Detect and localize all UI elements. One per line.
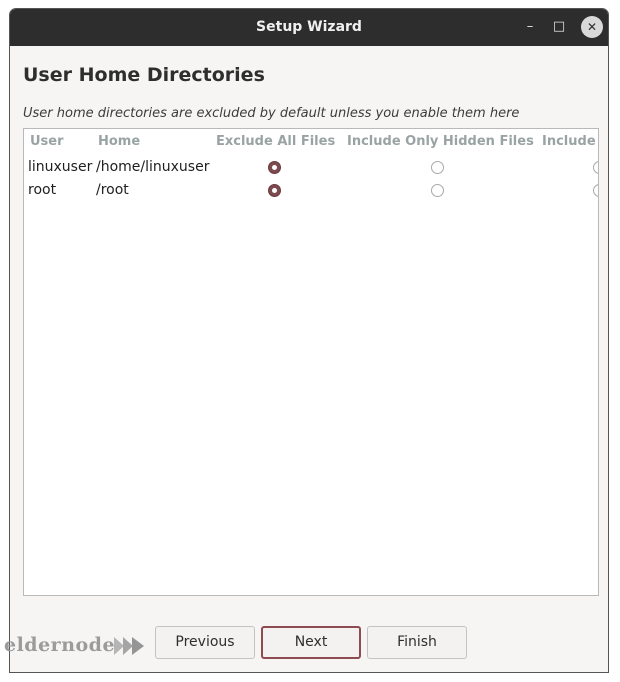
maximize-icon[interactable]: □: [547, 15, 571, 39]
setup-wizard-window: Setup Wizard – □ ✕ User Home Directories…: [9, 8, 609, 673]
radio-root-exclude-all[interactable]: [268, 184, 281, 197]
column-header-exclude-all[interactable]: Exclude All Files: [216, 134, 335, 149]
row-root-user: root: [28, 182, 57, 198]
row-linuxuser-user: linuxuser: [28, 159, 93, 175]
row-root-home: /root: [96, 182, 129, 198]
close-icon[interactable]: ✕: [581, 16, 603, 38]
home-directories-table: User Home Exclude All Files Include Only…: [23, 128, 599, 596]
radio-root-include[interactable]: [593, 184, 598, 197]
radio-root-include-hidden[interactable]: [431, 184, 444, 197]
column-header-user[interactable]: User: [30, 134, 64, 149]
finish-button[interactable]: Finish: [367, 626, 467, 659]
next-button[interactable]: Next: [261, 626, 361, 659]
page-description: User home directories are excluded by de…: [23, 106, 520, 121]
previous-button[interactable]: Previous: [155, 626, 255, 659]
row-linuxuser-home: /home/linuxuser: [96, 159, 210, 175]
watermark-arrow-icon: [114, 637, 144, 655]
radio-linuxuser-include-hidden[interactable]: [431, 161, 444, 174]
watermark-text: eldernode: [4, 634, 116, 656]
column-header-include-hidden[interactable]: Include Only Hidden Files: [347, 134, 534, 149]
minimize-icon[interactable]: –: [518, 15, 542, 39]
radio-linuxuser-include[interactable]: [593, 161, 598, 174]
column-header-include[interactable]: Include: [542, 134, 596, 149]
title-bar: Setup Wizard – □ ✕: [10, 9, 608, 46]
page-title: User Home Directories: [23, 64, 265, 86]
radio-linuxuser-exclude-all[interactable]: [268, 161, 281, 174]
column-header-home[interactable]: Home: [98, 134, 140, 149]
